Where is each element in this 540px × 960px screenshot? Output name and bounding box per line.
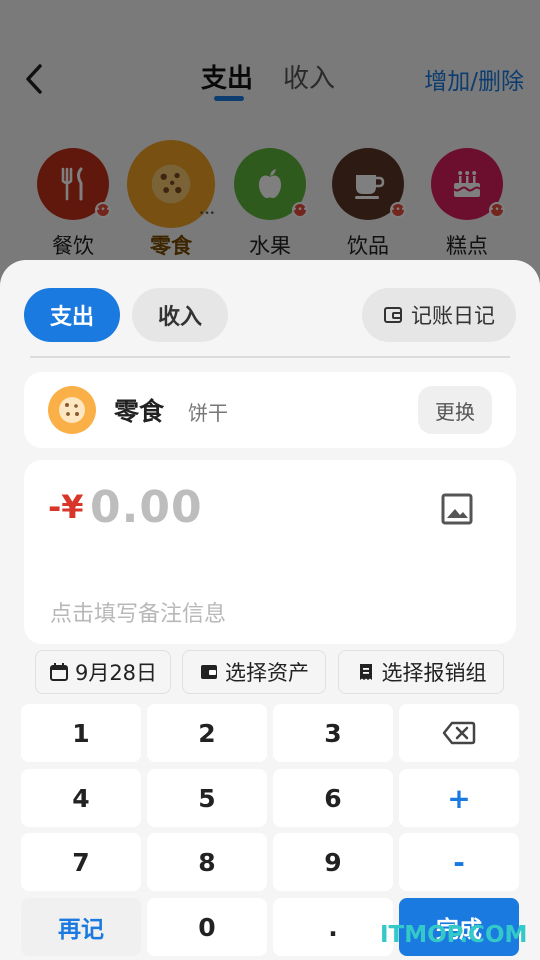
key-2[interactable]: 2 [147, 704, 267, 762]
note-input[interactable]: 点击填写备注信息 [50, 596, 226, 628]
backspace-key[interactable] [399, 704, 519, 762]
calendar-icon [49, 663, 68, 681]
plus-key[interactable]: + [399, 769, 519, 827]
image-icon [441, 493, 473, 525]
receipt-icon [359, 664, 372, 680]
key-7[interactable]: 7 [21, 833, 141, 891]
asset-chip[interactable]: 选择资产 [182, 650, 326, 694]
amount-prefix: -¥ [48, 488, 84, 526]
selected-subcategory: 饼干 [188, 401, 228, 425]
expense-toggle[interactable]: 支出 [24, 288, 120, 342]
key-0[interactable]: 0 [147, 898, 267, 956]
amount-value: 0.00 [90, 482, 203, 533]
diary-button[interactable]: 记账日记 [362, 288, 516, 342]
backspace-icon [442, 721, 476, 745]
wallet-icon [201, 665, 217, 679]
key-dot[interactable]: . [273, 898, 393, 956]
reimburse-group-label: 选择报销组 [381, 661, 487, 685]
asset-label: 选择资产 [225, 661, 309, 685]
income-toggle[interactable]: 收入 [132, 288, 228, 342]
key-9[interactable]: 9 [273, 833, 393, 891]
key-5[interactable]: 5 [147, 769, 267, 827]
selected-category-avatar [48, 386, 96, 434]
attach-image-button[interactable] [440, 492, 474, 526]
record-again-key[interactable]: 再记 [21, 898, 141, 956]
amount-card[interactable]: -¥ 0.00 点击填写备注信息 [24, 460, 516, 644]
date-chip[interactable]: 9月28日 [35, 650, 171, 694]
key-1[interactable]: 1 [21, 704, 141, 762]
cookie-icon [59, 397, 85, 423]
selected-category-card: 零食 饼干 更换 [24, 372, 516, 448]
key-6[interactable]: 6 [273, 769, 393, 827]
minus-key[interactable]: - [399, 833, 519, 891]
key-4[interactable]: 4 [21, 769, 141, 827]
key-8[interactable]: 8 [147, 833, 267, 891]
date-label: 9月28日 [74, 661, 158, 685]
watermark: ITMOP.COM [380, 922, 528, 948]
key-3[interactable]: 3 [273, 704, 393, 762]
record-sheet: 支出 收入 记账日记 零食 饼干 更换 -¥ 0.00 点击填写备注信息 9月2… [0, 260, 540, 960]
selected-category-name: 零食 [114, 397, 165, 426]
reimburse-group-chip[interactable]: 选择报销组 [338, 650, 504, 694]
change-category-button[interactable]: 更换 [418, 386, 492, 434]
wallet-icon [384, 307, 402, 323]
diary-label: 记账日记 [411, 304, 495, 328]
divider [30, 356, 510, 358]
